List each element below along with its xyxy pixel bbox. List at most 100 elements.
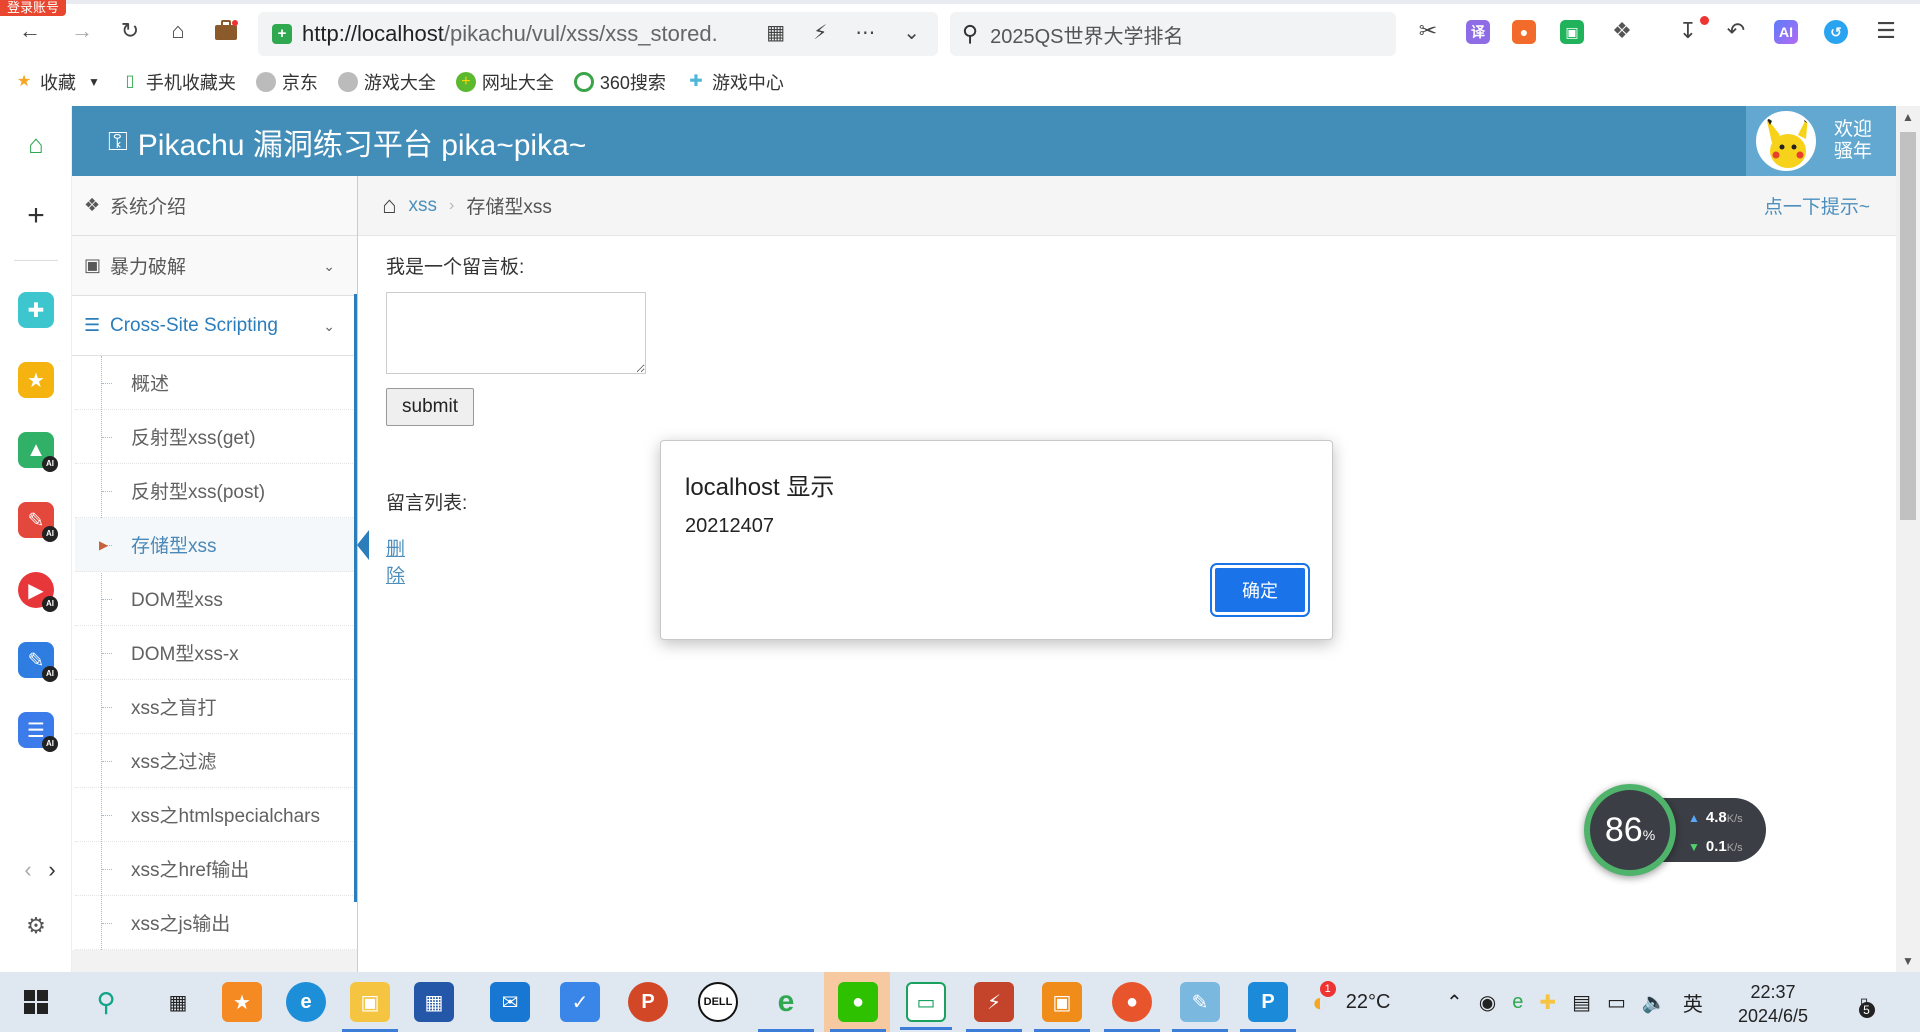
burp-suite-icon[interactable]: ⚡ bbox=[966, 982, 1022, 1032]
home-icon[interactable]: ⌂ bbox=[382, 192, 397, 220]
task-view-icon[interactable]: ▦ bbox=[158, 982, 198, 1022]
firefox-icon[interactable]: ● bbox=[1104, 982, 1160, 1032]
translate-icon[interactable]: ▦ bbox=[766, 20, 785, 45]
download-icon[interactable]: ↧ bbox=[1674, 17, 1702, 45]
page-scrollbar[interactable]: ▲ ▼ bbox=[1896, 106, 1920, 972]
briefcase-icon[interactable] bbox=[212, 17, 240, 45]
undo-icon[interactable]: ↶ bbox=[1722, 17, 1750, 45]
book-extension-icon[interactable]: ▣ bbox=[1560, 20, 1584, 44]
home-icon[interactable]: ⌂ bbox=[164, 17, 192, 45]
file-explorer-icon[interactable]: ▣ bbox=[342, 982, 398, 1032]
tray-expand-icon[interactable]: ⌃ bbox=[1446, 990, 1463, 1015]
lightning-icon[interactable]: ⚡ bbox=[813, 20, 827, 45]
sidebar-item-xss-dom[interactable]: DOM型xss bbox=[75, 572, 357, 626]
powerpoint-icon[interactable]: P bbox=[628, 982, 668, 1022]
home-icon[interactable]: ⌂ bbox=[18, 126, 54, 162]
game-app-icon[interactable]: ✚ bbox=[18, 292, 54, 328]
ime-indicator[interactable]: 英 bbox=[1683, 988, 1703, 1017]
sidebar-item-xss-reflected-get[interactable]: 反射型xss(get) bbox=[75, 410, 357, 464]
volume-muted-icon[interactable]: 🔈 bbox=[1642, 990, 1667, 1015]
scissors-icon[interactable]: ✂ bbox=[1414, 17, 1442, 45]
reload-icon[interactable]: ↻ bbox=[116, 17, 144, 45]
dell-icon[interactable]: DELL bbox=[698, 982, 738, 1022]
bookmark-game-center[interactable]: ✚ 游戏中心 bbox=[686, 69, 784, 95]
bookmark-sites[interactable]: + 网址大全 bbox=[455, 69, 554, 95]
remote-desktop-icon[interactable]: ▭ bbox=[900, 982, 952, 1030]
chevron-down-icon[interactable]: ⌄ bbox=[903, 20, 920, 45]
more-icon[interactable]: ⋯ bbox=[855, 20, 875, 45]
mail-icon[interactable]: ✉ bbox=[490, 982, 530, 1022]
record-icon[interactable]: ◉ bbox=[1479, 990, 1496, 1015]
url-text[interactable]: http://localhost/pikachu/vul/xss/xss_sto… bbox=[302, 21, 782, 47]
expand-right-icon[interactable]: › bbox=[34, 852, 70, 888]
system-clock[interactable]: 22:37 2024/6/5 bbox=[1738, 980, 1808, 1028]
bird-app-icon[interactable]: ✓ bbox=[560, 982, 600, 1022]
display-tray-icon[interactable]: ▤ bbox=[1572, 990, 1591, 1015]
windows-start-icon[interactable] bbox=[16, 982, 56, 1022]
user-menu[interactable]: 欢迎 骚年 bbox=[1746, 106, 1896, 176]
caret-down-icon[interactable]: ▼ bbox=[88, 75, 100, 89]
search-icon[interactable]: ⚲ bbox=[86, 982, 126, 1022]
ai-image-icon[interactable]: ▲ AI bbox=[18, 432, 58, 472]
bookmark-mobile[interactable]: ▯ 手机收藏夹 bbox=[120, 69, 235, 95]
wechat-icon[interactable]: ● bbox=[830, 982, 886, 1032]
submit-button[interactable]: submit bbox=[386, 388, 474, 426]
sidebar-item-xss-reflected-post[interactable]: 反射型xss(post) bbox=[75, 464, 357, 518]
secure-site-icon[interactable]: + bbox=[272, 24, 292, 44]
bookmark-jd[interactable]: 京东 bbox=[255, 69, 318, 95]
bookmark-games[interactable]: 游戏大全 bbox=[337, 69, 436, 95]
sidebar-item-xss[interactable]: ☰ Cross-Site Scripting ⌄ bbox=[72, 296, 357, 356]
p-app-icon[interactable]: P bbox=[1240, 982, 1296, 1032]
hint-link[interactable]: 点一下提示~ bbox=[1764, 192, 1870, 219]
scrollbar-thumb[interactable] bbox=[1900, 132, 1916, 520]
address-bar[interactable]: + http://localhost/pikachu/vul/xss/xss_s… bbox=[258, 12, 938, 56]
notepad-icon[interactable]: ✎ bbox=[1172, 982, 1228, 1032]
favorites-app-icon[interactable]: ★ bbox=[222, 982, 262, 1022]
sidebar-item-intro[interactable]: ❖ 系统介绍 bbox=[72, 176, 357, 236]
back-icon[interactable]: ← bbox=[16, 17, 44, 45]
bookmark-360[interactable]: 360搜索 bbox=[573, 69, 666, 95]
gear-icon[interactable]: ⚙ bbox=[18, 908, 54, 944]
security-tray-icon[interactable]: ✚ bbox=[1539, 990, 1556, 1015]
delete-link[interactable]: 删除 bbox=[386, 534, 405, 588]
battery-icon[interactable]: ▭ bbox=[1607, 990, 1626, 1015]
login-badge[interactable]: 登录账号 bbox=[0, 0, 66, 16]
breadcrumb-xss-link[interactable]: xss bbox=[409, 195, 438, 217]
scroll-up-icon[interactable]: ▲ bbox=[1902, 110, 1914, 124]
ai-pdf-icon[interactable]: ✎ AI bbox=[18, 502, 58, 542]
sidebar-item-xss-blind[interactable]: xss之盲打 bbox=[75, 680, 357, 734]
translate-extension-icon[interactable]: 译 bbox=[1466, 20, 1490, 44]
add-icon[interactable]: + bbox=[18, 198, 54, 234]
scroll-down-icon[interactable]: ▼ bbox=[1902, 954, 1914, 968]
ai-writing-icon[interactable]: ✎ AI bbox=[18, 642, 58, 682]
sync-icon[interactable]: ↺ bbox=[1824, 20, 1848, 44]
puzzle-icon[interactable]: ❖ bbox=[1608, 17, 1636, 45]
ai-document-icon[interactable]: ☰ AI bbox=[18, 712, 58, 752]
sidebar-item-xss-href[interactable]: xss之href输出 bbox=[75, 842, 357, 896]
favorites-app-icon[interactable]: ★ bbox=[18, 362, 54, 398]
360-browser-icon[interactable]: e bbox=[758, 982, 814, 1032]
forward-icon[interactable]: → bbox=[68, 17, 96, 45]
sidebar-item-xss-htmlspecialchars[interactable]: xss之htmlspecialchars bbox=[75, 788, 357, 842]
360-tray-icon[interactable]: e bbox=[1512, 991, 1523, 1014]
vm-app-icon[interactable]: ▣ bbox=[1034, 982, 1090, 1032]
app-brand[interactable]: ⚿ Pikachu 漏洞练习平台 pika~pika~ bbox=[108, 120, 586, 164]
game-extension-icon[interactable]: ● bbox=[1512, 20, 1536, 44]
ok-button[interactable]: 确定 bbox=[1210, 563, 1310, 617]
sidebar-item-xss-filter[interactable]: xss之过滤 bbox=[75, 734, 357, 788]
weather-widget[interactable]: ◐ 1 22°C bbox=[1312, 972, 1390, 1032]
sidebar-item-xss-overview[interactable]: 概述 bbox=[75, 356, 357, 410]
store-icon[interactable]: ▦ bbox=[414, 982, 454, 1022]
bookmark-favorites[interactable]: ★ 收藏 ▼ bbox=[14, 69, 100, 95]
notification-center[interactable]: ▫5 bbox=[1858, 972, 1875, 1032]
sidebar-item-xss-js[interactable]: xss之js输出 bbox=[75, 896, 357, 950]
ai-video-icon[interactable]: ▶ AI bbox=[18, 572, 58, 612]
menu-icon[interactable]: ☰ bbox=[1872, 17, 1900, 45]
network-speed-widget[interactable]: 86% ▲ 4.8K/s ▼ 0.1K/s bbox=[1584, 784, 1766, 876]
edge-icon[interactable]: e bbox=[286, 982, 326, 1022]
sidebar-item-xss-dom-x[interactable]: DOM型xss-x bbox=[75, 626, 357, 680]
search-text[interactable]: 2025QS世界大学排名 bbox=[990, 20, 1183, 49]
search-box[interactable]: ⚲ 2025QS世界大学排名 bbox=[950, 12, 1396, 56]
sidebar-item-xss-stored[interactable]: ▶ 存储型xss bbox=[75, 518, 369, 572]
ai-extension-icon[interactable]: AI bbox=[1774, 20, 1798, 44]
